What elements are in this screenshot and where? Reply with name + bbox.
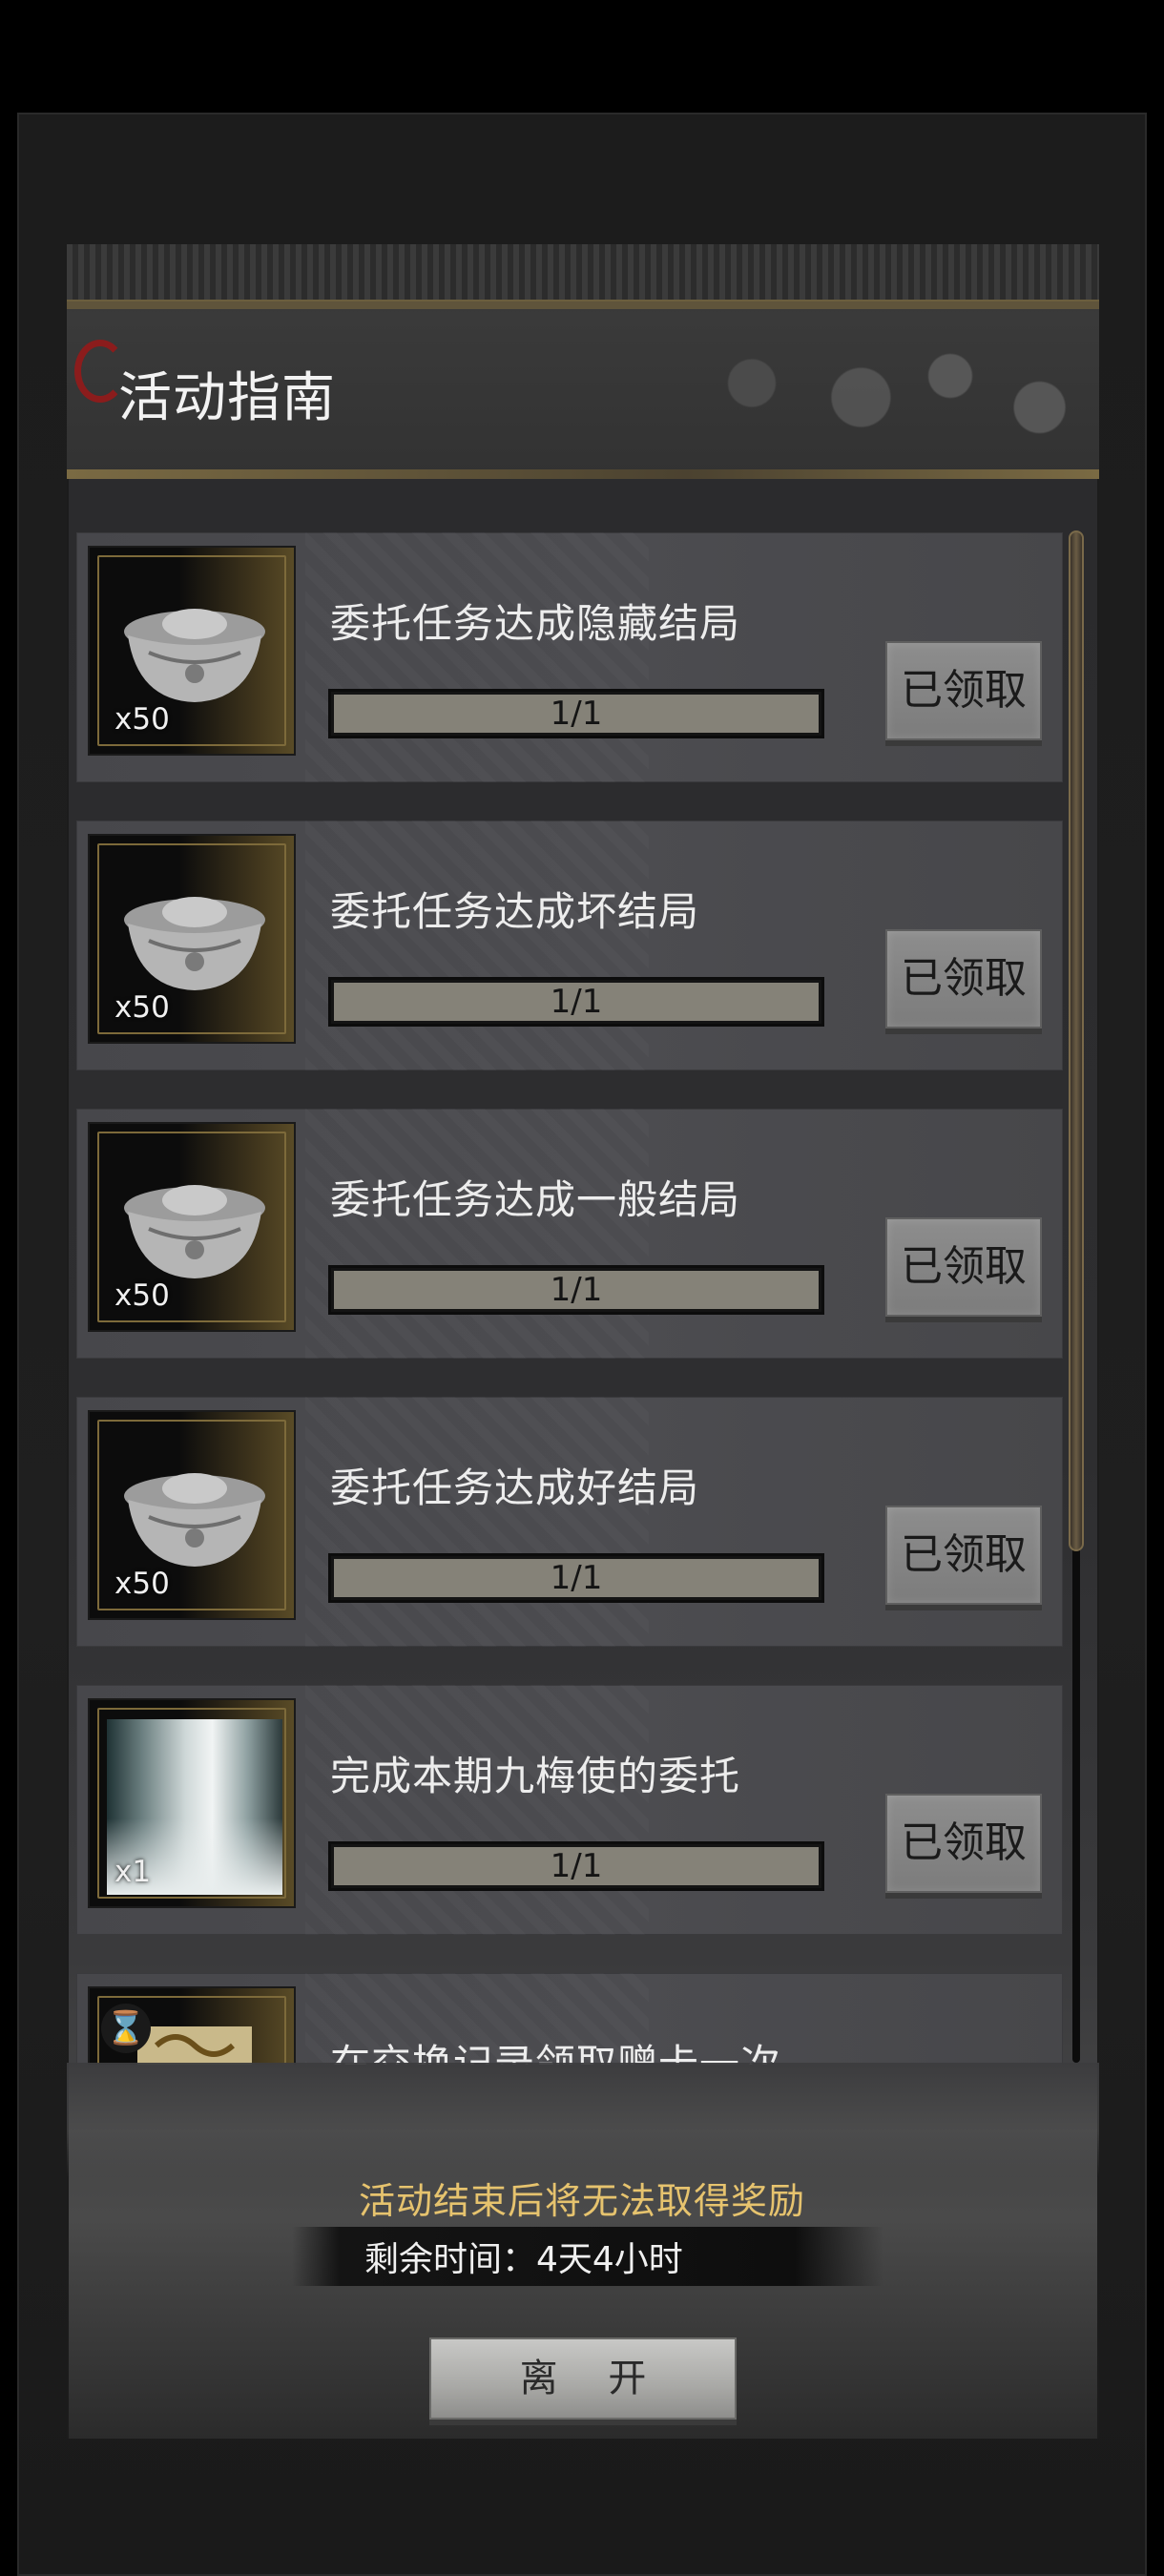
reward-slot[interactable]: ⌛ (88, 1986, 296, 2065)
activity-end-notice: 活动结束后将无法取得奖励 (358, 2180, 805, 2222)
task-title: 委托任务达成一般结局 (330, 1176, 741, 1223)
task-title: 委托任务达成坏结局 (330, 888, 700, 935)
task-row: x50 委托任务达成隐藏结局 1/1 已领取 (76, 532, 1063, 782)
progress-bar: 1/1 (328, 1553, 824, 1603)
silver-ingot-icon (124, 1185, 265, 1278)
reward-slot[interactable]: x50 (88, 1122, 296, 1332)
claimed-button[interactable]: 已领取 (885, 1506, 1042, 1605)
claimed-button[interactable]: 已领取 (885, 1794, 1042, 1893)
reward-slot[interactable]: x1 (88, 1698, 296, 1908)
task-list[interactable]: x50 委托任务达成隐藏结局 1/1 已领取 x50 委托任务达成坏结局 1/1… (76, 532, 1063, 2065)
task-row: x50 委托任务达成好结局 1/1 已领取 (76, 1397, 1063, 1647)
scrollbar-thumb[interactable] (1069, 530, 1084, 1551)
reward-slot[interactable]: x50 (88, 1410, 296, 1620)
silver-ingot-icon (124, 897, 265, 990)
task-title: 委托任务达成隐藏结局 (330, 600, 741, 647)
task-row: ⌛ 在交换记录领取赠卡一次 (76, 1973, 1063, 2065)
reward-quantity: x1 (114, 1855, 152, 1889)
progress-text: 1/1 (550, 983, 603, 1021)
ink-fog (67, 2063, 1099, 2177)
row-pattern (305, 532, 649, 782)
progress-bar: 1/1 (328, 689, 824, 738)
reward-quantity: x50 (114, 702, 170, 737)
row-pattern (305, 1685, 649, 1935)
reward-quantity: x50 (114, 1567, 170, 1601)
progress-text: 1/1 (550, 695, 603, 733)
reward-slot[interactable]: x50 (88, 546, 296, 756)
reward-quantity: x50 (114, 1278, 170, 1313)
progress-bar: 1/1 (328, 1841, 824, 1891)
reward-quantity: x50 (114, 990, 170, 1025)
task-title: 委托任务达成好结局 (330, 1465, 700, 1511)
row-pattern (305, 821, 649, 1070)
page-title: 活动指南 (118, 367, 336, 429)
task-row: x50 委托任务达成一般结局 1/1 已领取 (76, 1109, 1063, 1359)
claimed-button[interactable]: 已领取 (885, 1217, 1042, 1317)
task-row: x50 委托任务达成坏结局 1/1 已领取 (76, 821, 1063, 1070)
row-pattern (305, 1397, 649, 1647)
scrollbar[interactable] (1069, 530, 1084, 2063)
cloud-ornament-icon (603, 319, 1099, 462)
reward-slot[interactable]: x50 (88, 834, 296, 1044)
progress-bar: 1/1 (328, 1265, 824, 1315)
task-title: 在交换记录领取赠卡一次 (330, 2041, 782, 2065)
silver-ingot-icon (124, 1473, 265, 1567)
progress-text: 1/1 (550, 1847, 603, 1885)
task-row: x1 完成本期九梅使的委托 1/1 已领取 (76, 1685, 1063, 1935)
hourglass-icon: ⌛ (101, 2004, 151, 2053)
claimed-button[interactable]: 已领取 (885, 641, 1042, 740)
progress-text: 1/1 (550, 1559, 603, 1597)
remaining-time: 剩余时间：4天4小时 (364, 2240, 683, 2279)
task-title: 完成本期九梅使的委托 (330, 1753, 741, 1799)
progress-bar: 1/1 (328, 977, 824, 1027)
row-pattern (305, 1109, 649, 1359)
leave-button[interactable]: 离 开 (429, 2337, 737, 2420)
progress-text: 1/1 (550, 1271, 603, 1309)
header-trim-bottom (67, 469, 1099, 479)
silver-ingot-icon (124, 609, 265, 702)
claimed-button[interactable]: 已领取 (885, 929, 1042, 1028)
header-trim (67, 244, 1099, 302)
header-trim-gold (67, 301, 1099, 309)
